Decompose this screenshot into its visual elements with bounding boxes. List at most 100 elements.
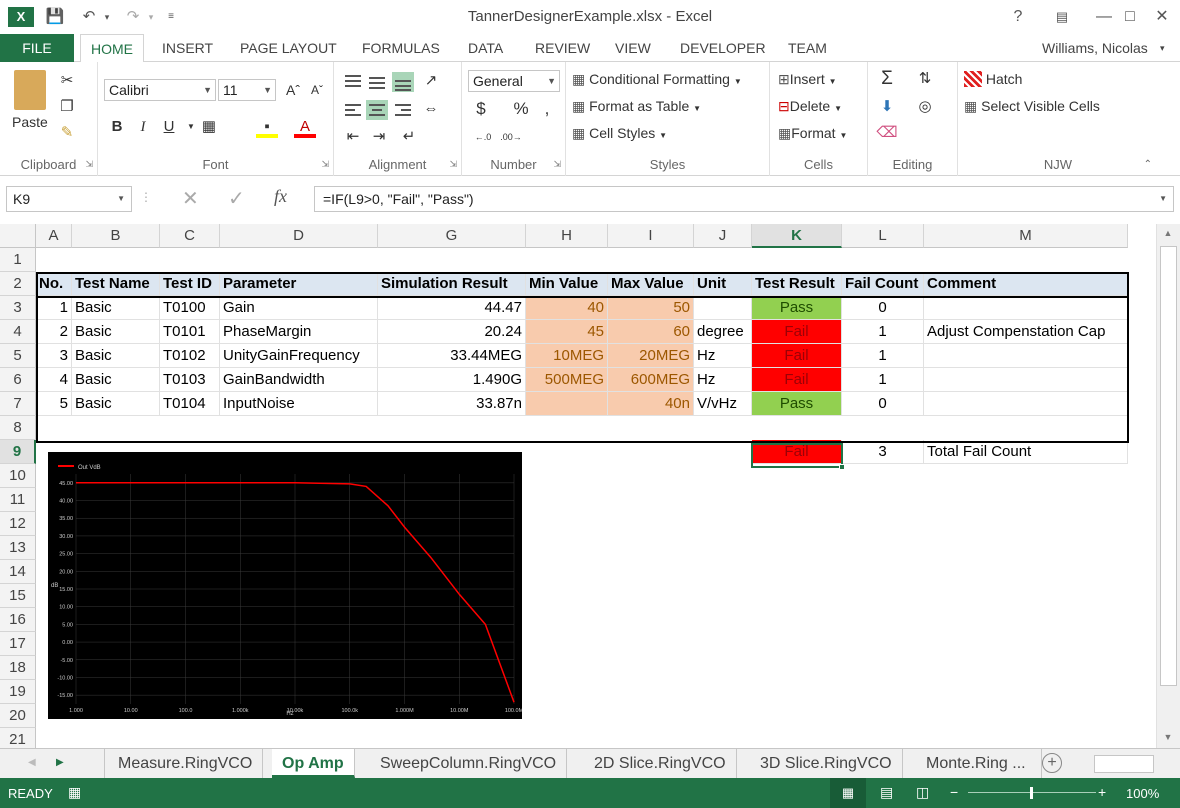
align-bottom-icon[interactable] <box>392 72 414 92</box>
table-cell[interactable] <box>924 368 1128 392</box>
page-break-view-icon[interactable]: ◫ <box>916 784 929 801</box>
table-cell[interactable] <box>694 296 752 320</box>
orientation-icon[interactable]: ↗ <box>420 70 442 92</box>
clear-icon[interactable]: ⌫ <box>876 122 898 144</box>
table-cell[interactable]: PhaseMargin <box>220 320 378 344</box>
row-header[interactable]: 8 <box>0 416 36 440</box>
ribbon-display-icon[interactable]: ▤ <box>1044 4 1080 30</box>
close-icon[interactable]: ✕ <box>1144 4 1180 30</box>
copy-icon[interactable]: ❐ <box>56 96 78 118</box>
font-name-combo[interactable]: Calibri ▼ <box>104 79 216 101</box>
comma-button[interactable]: , <box>536 98 558 120</box>
header-cell[interactable]: Max Value <box>608 272 694 296</box>
row-header[interactable]: 10 <box>0 464 36 488</box>
row-header[interactable]: 19 <box>0 680 36 704</box>
normal-view-icon[interactable]: ▦ <box>830 778 866 808</box>
format-button[interactable]: ▦Format ▼ <box>778 123 847 146</box>
table-cell[interactable]: 1 <box>842 368 924 392</box>
bode-plot-chart[interactable]: 45.00 40.00 35.00 30.00 25.00 20.00 15.00 10.00… <box>48 452 524 719</box>
borders-icon[interactable]: ▦ <box>198 116 220 138</box>
header-cell[interactable]: Parameter <box>220 272 378 296</box>
row-header[interactable]: 16 <box>0 608 36 632</box>
table-cell[interactable]: Basic <box>72 344 160 368</box>
number-launcher-icon[interactable]: ⇲ <box>553 159 561 170</box>
table-cell[interactable]: 600MEG <box>608 368 694 392</box>
enter-icon[interactable]: ✓ <box>228 186 245 211</box>
user-name[interactable]: Williams, Nicolas <box>1032 34 1158 62</box>
test-result-cell[interactable]: Fail <box>752 344 842 368</box>
table-cell[interactable]: InputNoise <box>220 392 378 416</box>
row-header[interactable]: 21 <box>0 728 36 748</box>
column-header[interactable]: L <box>842 224 924 248</box>
table-cell[interactable]: 1 <box>842 320 924 344</box>
sheet-tab[interactable]: Measure.RingVCO <box>108 749 264 778</box>
decrease-indent-icon[interactable]: ⇤ <box>342 126 364 148</box>
sort-filter-icon[interactable]: ⇅ <box>914 68 936 90</box>
column-header[interactable]: B <box>72 224 160 248</box>
header-cell[interactable]: Simulation Result <box>378 272 526 296</box>
tab-data[interactable]: DATA <box>458 34 513 62</box>
test-result-cell[interactable]: Pass <box>752 392 842 416</box>
column-header[interactable]: D <box>220 224 378 248</box>
table-cell[interactable]: 0 <box>842 296 924 320</box>
table-cell[interactable]: 1 <box>36 296 72 320</box>
table-cell[interactable]: Gain <box>220 296 378 320</box>
fill-handle[interactable] <box>839 464 845 470</box>
tab-review[interactable]: REVIEW <box>525 34 600 62</box>
table-cell[interactable]: Basic <box>72 368 160 392</box>
table-cell[interactable]: 5 <box>36 392 72 416</box>
percent-button[interactable]: % <box>510 98 532 120</box>
table-cell[interactable]: UnityGainFrequency <box>220 344 378 368</box>
autosum-icon[interactable]: Σ <box>876 68 898 90</box>
select-all-corner[interactable] <box>0 224 36 248</box>
column-header[interactable]: C <box>160 224 220 248</box>
formula-input[interactable]: =IF(L9>0, "Fail", "Pass") ▼ <box>314 186 1174 212</box>
paste-icon[interactable] <box>14 70 46 110</box>
font-color-icon[interactable]: A <box>294 116 316 138</box>
sheet-tab[interactable]: Monte.Ring ... <box>916 749 1042 778</box>
alignment-launcher-icon[interactable]: ⇲ <box>449 159 457 170</box>
select-visible-cells-button[interactable]: ▦ Select Visible Cells <box>964 96 1100 116</box>
table-cell[interactable] <box>924 296 1128 320</box>
total-result-cell[interactable]: Fail <box>752 440 842 464</box>
tab-developer[interactable]: DEVELOPER <box>670 34 776 62</box>
sheet-tab-active[interactable]: Op Amp <box>272 749 355 778</box>
format-as-table-button[interactable]: ▦ Format as Table ▼ <box>572 96 701 119</box>
tab-insert[interactable]: INSERT <box>152 34 223 62</box>
table-cell[interactable]: T0104 <box>160 392 220 416</box>
more-icon[interactable]: ⋮ <box>140 190 152 204</box>
table-cell[interactable]: 2 <box>36 320 72 344</box>
increase-indent-icon[interactable]: ⇥ <box>368 126 390 148</box>
zoom-slider-thumb[interactable] <box>1030 787 1033 799</box>
table-cell[interactable]: Basic <box>72 320 160 344</box>
align-right-icon[interactable] <box>392 100 414 120</box>
sheet-tab[interactable]: 3D Slice.RingVCO <box>750 749 903 778</box>
macro-record-icon[interactable]: ▦ <box>68 784 81 801</box>
zoom-level[interactable]: 100% <box>1126 786 1159 801</box>
table-cell[interactable]: 3 <box>36 344 72 368</box>
table-cell[interactable]: 1 <box>842 344 924 368</box>
table-cell[interactable]: 40n <box>608 392 694 416</box>
row-header-selected[interactable]: 9 <box>0 440 36 464</box>
test-result-cell[interactable]: Fail <box>752 368 842 392</box>
help-icon[interactable]: ? <box>1000 4 1036 30</box>
italic-button[interactable]: I <box>132 116 154 138</box>
test-result-cell[interactable]: Fail <box>752 320 842 344</box>
table-cell[interactable]: T0102 <box>160 344 220 368</box>
tab-formulas[interactable]: FORMULAS <box>352 34 450 62</box>
row-header[interactable]: 15 <box>0 584 36 608</box>
table-cell[interactable]: Hz <box>694 368 752 392</box>
tab-view[interactable]: VIEW <box>605 34 661 62</box>
scroll-up-icon[interactable]: ▲ <box>1159 228 1177 238</box>
header-cell[interactable]: Unit <box>694 272 752 296</box>
find-select-icon[interactable]: ◎ <box>914 96 936 118</box>
table-cell[interactable]: 33.44MEG <box>378 344 526 368</box>
row-header[interactable]: 1 <box>0 248 36 272</box>
table-cell[interactable]: 50 <box>608 296 694 320</box>
row-header[interactable]: 11 <box>0 488 36 512</box>
sheet-tab[interactable]: 2D Slice.RingVCO <box>584 749 737 778</box>
table-cell[interactable] <box>526 392 608 416</box>
column-header[interactable]: J <box>694 224 752 248</box>
table-cell[interactable]: 0 <box>842 392 924 416</box>
font-launcher-icon[interactable]: ⇲ <box>321 159 329 170</box>
